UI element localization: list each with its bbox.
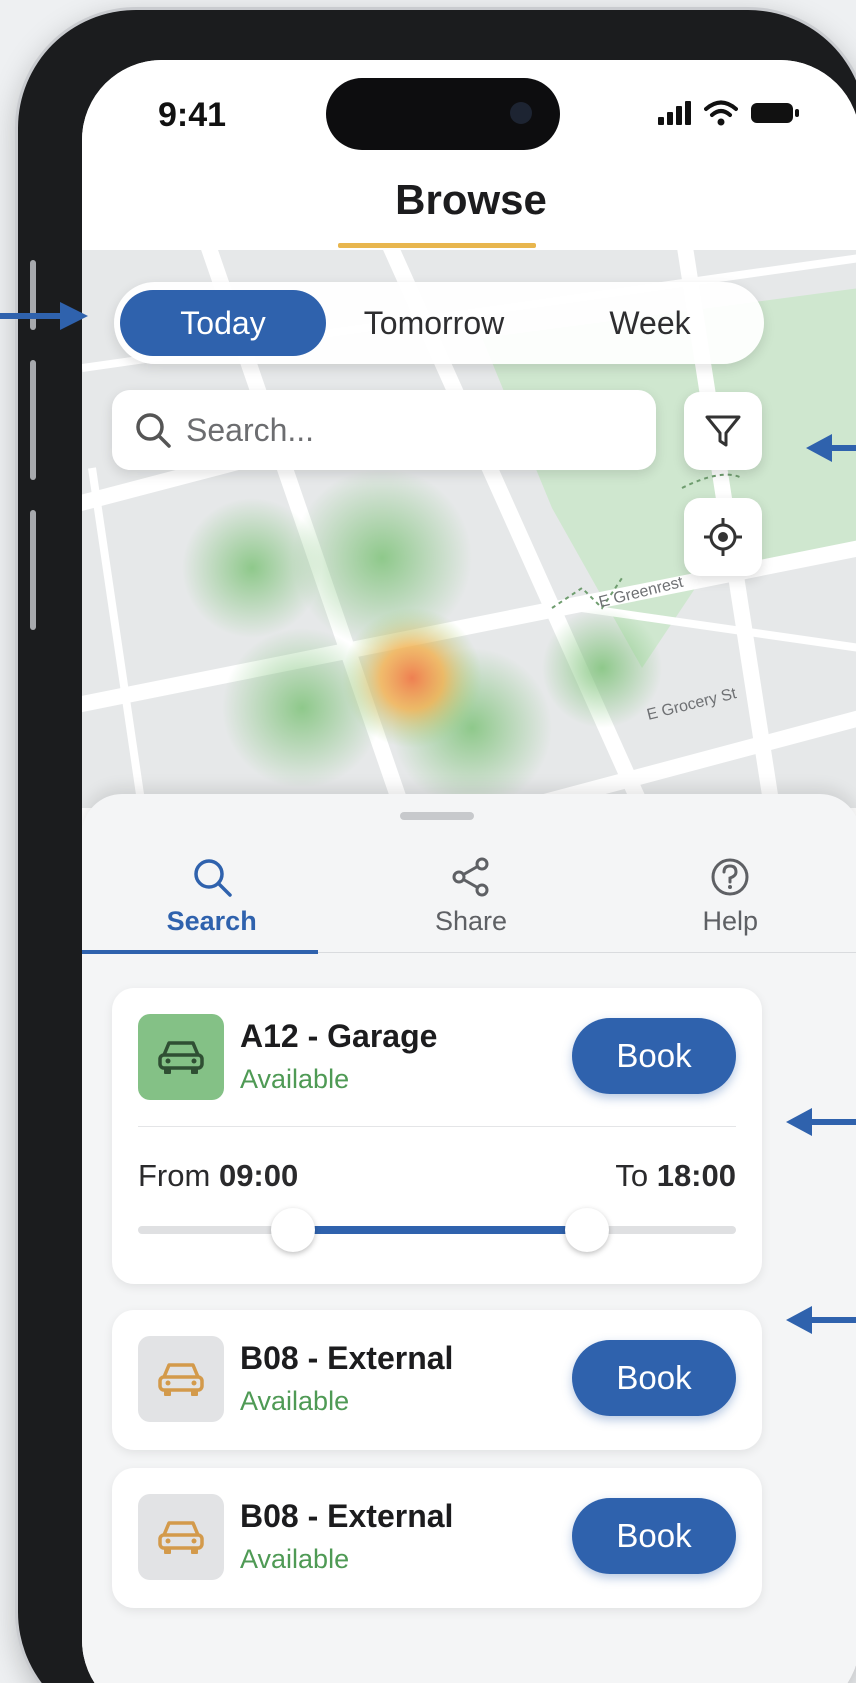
book-button[interactable]: Book	[572, 1498, 736, 1574]
locate-me-button[interactable]	[684, 498, 762, 576]
tab-search-label: Search	[166, 905, 257, 936]
segment-week[interactable]: Week	[542, 290, 758, 356]
car-icon	[158, 1521, 204, 1554]
annotation-arrow-icon	[806, 434, 856, 462]
page-title: Browse	[395, 176, 547, 223]
filter-button[interactable]	[684, 392, 762, 470]
camera-icon	[510, 102, 532, 124]
slider-end-thumb[interactable]	[564, 1208, 609, 1252]
crosshair-icon	[704, 518, 742, 556]
annotation-arrow-icon	[786, 1108, 856, 1136]
segment-today[interactable]: Today	[120, 290, 326, 356]
time-to-value: 18:00	[656, 1158, 736, 1193]
spot-status: Available	[240, 1064, 350, 1094]
phone-frame: E Greenrest E Grocery St Browse 9:41 Tod…	[18, 10, 856, 1683]
slider-start-thumb[interactable]	[271, 1208, 316, 1252]
sheet-tabs: Search Share Help	[82, 838, 856, 954]
tab-share[interactable]: Share	[341, 838, 600, 954]
spot-icon-tile	[138, 1494, 224, 1580]
book-button[interactable]: Book	[572, 1340, 736, 1416]
time-to: To 18:00	[615, 1158, 736, 1194]
phone-side-button	[30, 360, 36, 480]
time-range-slider[interactable]	[138, 1208, 736, 1252]
slider-range-fill	[293, 1226, 587, 1234]
spot-name: A12 - Garage	[240, 1018, 438, 1054]
spot-status: Available	[240, 1544, 350, 1574]
tab-active-indicator	[82, 950, 318, 954]
help-icon	[711, 858, 749, 895]
time-to-label: To	[615, 1158, 649, 1193]
sheet-grabber[interactable]	[400, 812, 474, 820]
spot-status: Available	[240, 1386, 350, 1416]
tab-share-label: Share	[434, 905, 508, 936]
share-icon	[452, 857, 489, 896]
card-divider	[138, 1126, 736, 1127]
tab-help-label: Help	[702, 905, 759, 936]
search-icon	[193, 858, 232, 897]
book-button[interactable]: Book	[572, 1018, 736, 1094]
dynamic-island	[326, 78, 560, 150]
car-icon	[158, 1363, 204, 1396]
cellular-signal-icon	[658, 101, 691, 125]
wifi-icon	[704, 100, 738, 126]
phone-side-button	[30, 510, 36, 630]
search-input[interactable]	[186, 411, 626, 449]
spot-icon-tile	[138, 1014, 224, 1100]
time-from-label: From	[138, 1158, 211, 1193]
search-icon	[136, 413, 171, 448]
tab-search[interactable]: Search	[82, 838, 341, 954]
date-range-segmented-control: Today Tomorrow Week	[114, 282, 764, 364]
time-from: From 09:00	[138, 1158, 298, 1194]
status-icons	[658, 100, 800, 126]
annotation-arrow-icon	[0, 302, 88, 330]
annotation-arrow-icon	[786, 1306, 856, 1334]
parking-spot-card: B08 - External Available Book	[112, 1310, 762, 1450]
parking-spot-card: B08 - External Available Book	[112, 1468, 762, 1608]
phone-screen: E Greenrest E Grocery St Browse 9:41 Tod…	[82, 60, 856, 1683]
screenshot-stage: E Greenrest E Grocery St Browse 9:41 Tod…	[0, 0, 856, 1683]
battery-icon	[751, 103, 799, 123]
search-bar[interactable]	[112, 390, 656, 470]
spot-icon-tile	[138, 1336, 224, 1422]
bottom-sheet: Search Share Help A12 - Garage Available…	[82, 794, 856, 1683]
status-time: 9:41	[158, 96, 227, 134]
spot-name: B08 - External	[240, 1498, 454, 1534]
segment-tomorrow[interactable]: Tomorrow	[326, 290, 542, 356]
time-from-value: 09:00	[218, 1158, 299, 1193]
title-underline	[338, 243, 536, 248]
car-icon	[158, 1041, 204, 1074]
spot-name: B08 - External	[240, 1340, 454, 1376]
parking-spot-card: A12 - Garage Available Book From 09:00 T…	[112, 988, 762, 1284]
filter-icon	[705, 415, 741, 447]
tab-help[interactable]: Help	[601, 838, 856, 954]
